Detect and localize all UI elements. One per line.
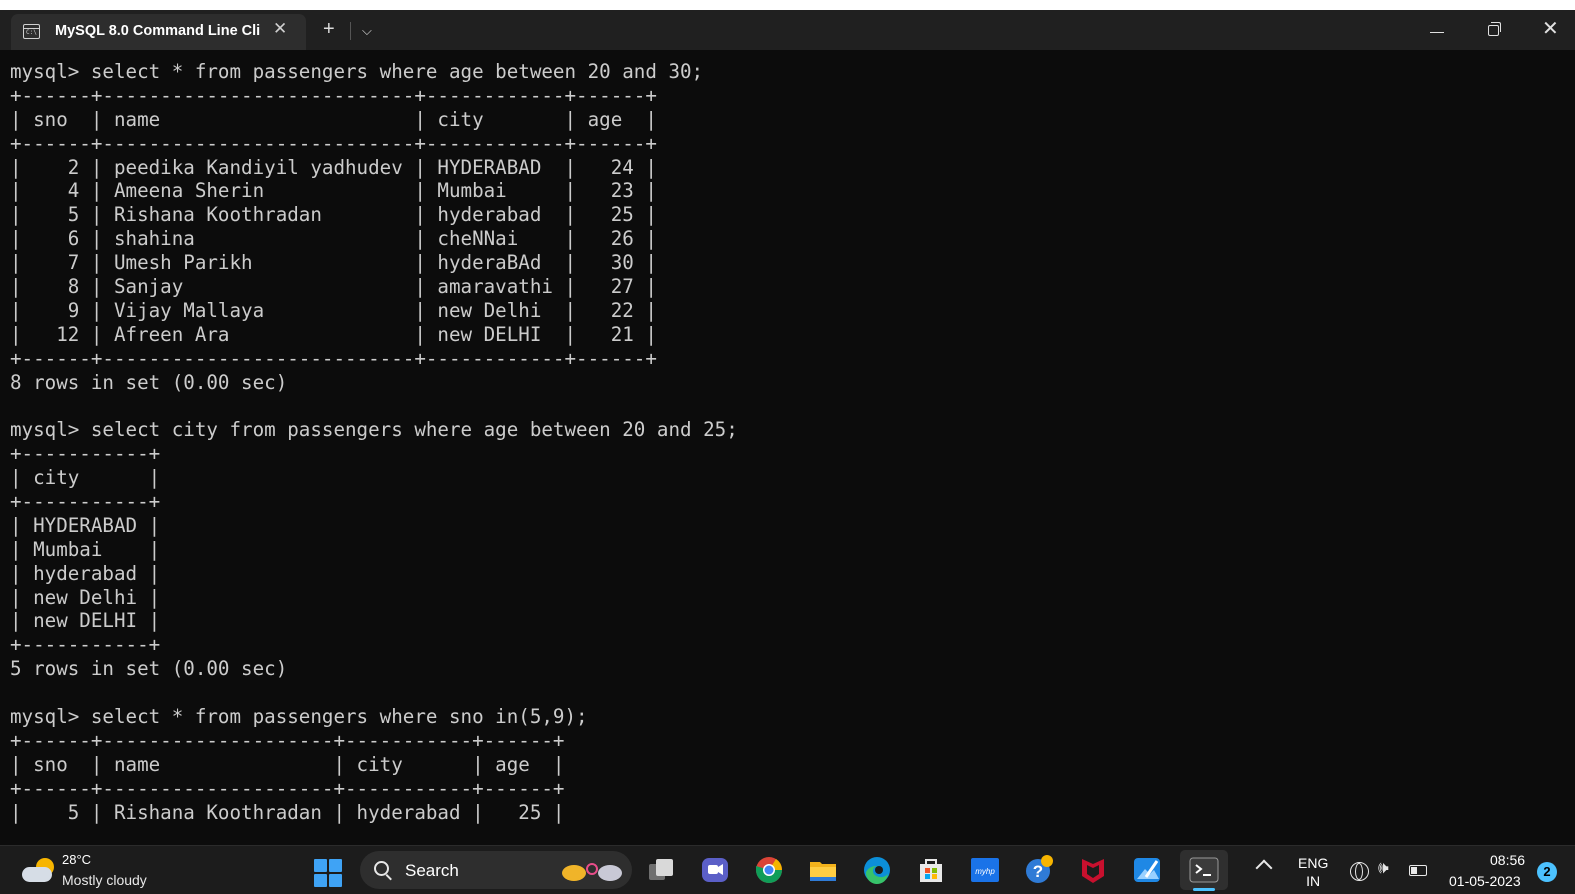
console-line: +------+--------------------+-----------…	[10, 728, 565, 752]
console-line: | 7 | Umesh Parikh | hyderaBAd | 30 |	[10, 251, 657, 275]
help-icon[interactable]: ?	[1024, 855, 1054, 885]
console-line: 8 rows in set (0.00 sec)	[10, 370, 288, 394]
console-line: 5 rows in set (0.00 sec)	[10, 657, 288, 681]
active-indicator	[1193, 888, 1215, 891]
volume-icon[interactable]: 🕪	[1378, 858, 1389, 878]
weather-temperature[interactable]: 28°C	[62, 852, 91, 867]
console-line: mysql> select * from passengers where ag…	[10, 60, 704, 83]
tab-title: MySQL 8.0 Command Line Cli	[55, 23, 261, 39]
console-line: mysql> select * from passengers where sn…	[10, 705, 588, 729]
console-line: | 12 | Afreen Ara | new DELHI | 21 |	[10, 322, 657, 346]
console-line: +-----------+	[10, 442, 161, 466]
clock-time[interactable]: 08:56	[1490, 852, 1525, 868]
store-icon[interactable]	[916, 855, 946, 885]
tab-close-icon[interactable]: ✕	[273, 19, 287, 39]
console-line: | 5 | Rishana Koothradan | hyderabad | 2…	[10, 203, 657, 227]
console-line: +------+--------------------+-----------…	[10, 776, 565, 800]
console-line: | new Delhi |	[10, 585, 161, 609]
console-line: | HYDERABAD |	[10, 513, 161, 537]
console-line: | 2 | peedika Kandiyil yadhudev | HYDERA…	[10, 155, 657, 179]
title-bar: C:\ MySQL 8.0 Command Line Cli ✕ + ⌵ ✕	[0, 10, 1575, 50]
weather-icon[interactable]	[22, 858, 56, 884]
console-line: | Mumbai |	[10, 537, 161, 561]
terminal-taskbar-button[interactable]	[1180, 850, 1228, 890]
mcafee-icon[interactable]	[1078, 855, 1108, 885]
taskbar: 28°C Mostly cloudy Search myhp ? ENG IN …	[0, 845, 1575, 894]
file-explorer-icon[interactable]	[808, 855, 838, 885]
myhp-icon[interactable]: myhp	[970, 855, 1000, 885]
console-output[interactable]: mysql> select * from passengers where ag…	[10, 60, 738, 825]
console-line: | 6 | shahina | cheNNai | 26 |	[10, 227, 657, 251]
weather-description[interactable]: Mostly cloudy	[62, 872, 147, 888]
photos-icon[interactable]	[1132, 855, 1162, 885]
console-line: | hyderabad |	[10, 561, 161, 585]
svg-text:?: ?	[1033, 862, 1043, 881]
console-line: | 9 | Vijay Mallaya | new Delhi | 22 |	[10, 298, 657, 322]
tab-mysql-console[interactable]: C:\ MySQL 8.0 Command Line Cli ✕	[11, 14, 306, 50]
restore-icon[interactable]	[1488, 22, 1501, 36]
terminal-app-icon	[1189, 857, 1219, 883]
teams-chat-icon[interactable]	[700, 855, 730, 885]
console-line: | sno | name | city | age |	[10, 752, 565, 776]
close-icon[interactable]: ✕	[1542, 16, 1559, 41]
search-icon	[374, 861, 389, 876]
search-highlight-icon	[562, 863, 622, 881]
console-line: +------+---------------------------+----…	[10, 131, 657, 155]
terminal-icon: C:\	[23, 24, 40, 39]
network-icon[interactable]	[1350, 862, 1369, 881]
language-indicator[interactable]: ENG IN	[1298, 854, 1328, 890]
search-label: Search	[405, 861, 459, 880]
task-view-icon[interactable]	[646, 855, 676, 885]
top-strip	[0, 0, 1575, 10]
chrome-icon[interactable]	[754, 855, 784, 885]
minimize-icon[interactable]	[1430, 32, 1444, 33]
console-line: | 4 | Ameena Sherin | Mumbai | 23 |	[10, 179, 657, 203]
start-button[interactable]	[314, 859, 342, 887]
clock-date[interactable]: 01-05-2023	[1449, 873, 1521, 889]
svg-text:myhp: myhp	[975, 867, 995, 876]
console-line: | 8 | Sanjay | amaravathi | 27 |	[10, 275, 657, 299]
console-line: +------+---------------------------+----…	[10, 83, 657, 107]
console-line: | city |	[10, 466, 161, 490]
console-line: | sno | name | city | age |	[10, 107, 657, 131]
edge-icon[interactable]	[862, 855, 892, 885]
console-line: +-----------+	[10, 633, 161, 657]
console-line: | new DELHI |	[10, 609, 161, 633]
battery-icon[interactable]	[1409, 865, 1427, 876]
chevron-up-icon[interactable]	[1255, 859, 1273, 877]
chevron-down-icon[interactable]: ⌵	[362, 23, 372, 39]
tab-divider	[350, 22, 351, 40]
console-line: mysql> select city from passengers where…	[10, 418, 738, 442]
console-line: +------+---------------------------+----…	[10, 346, 657, 370]
taskbar-search[interactable]: Search	[360, 851, 632, 889]
console-line: +-----------+	[10, 490, 161, 514]
notification-badge[interactable]: 2	[1537, 862, 1557, 882]
new-tab-button[interactable]: +	[323, 19, 335, 39]
console-line: | 5 | Rishana Koothradan | hyderabad | 2…	[10, 800, 565, 824]
